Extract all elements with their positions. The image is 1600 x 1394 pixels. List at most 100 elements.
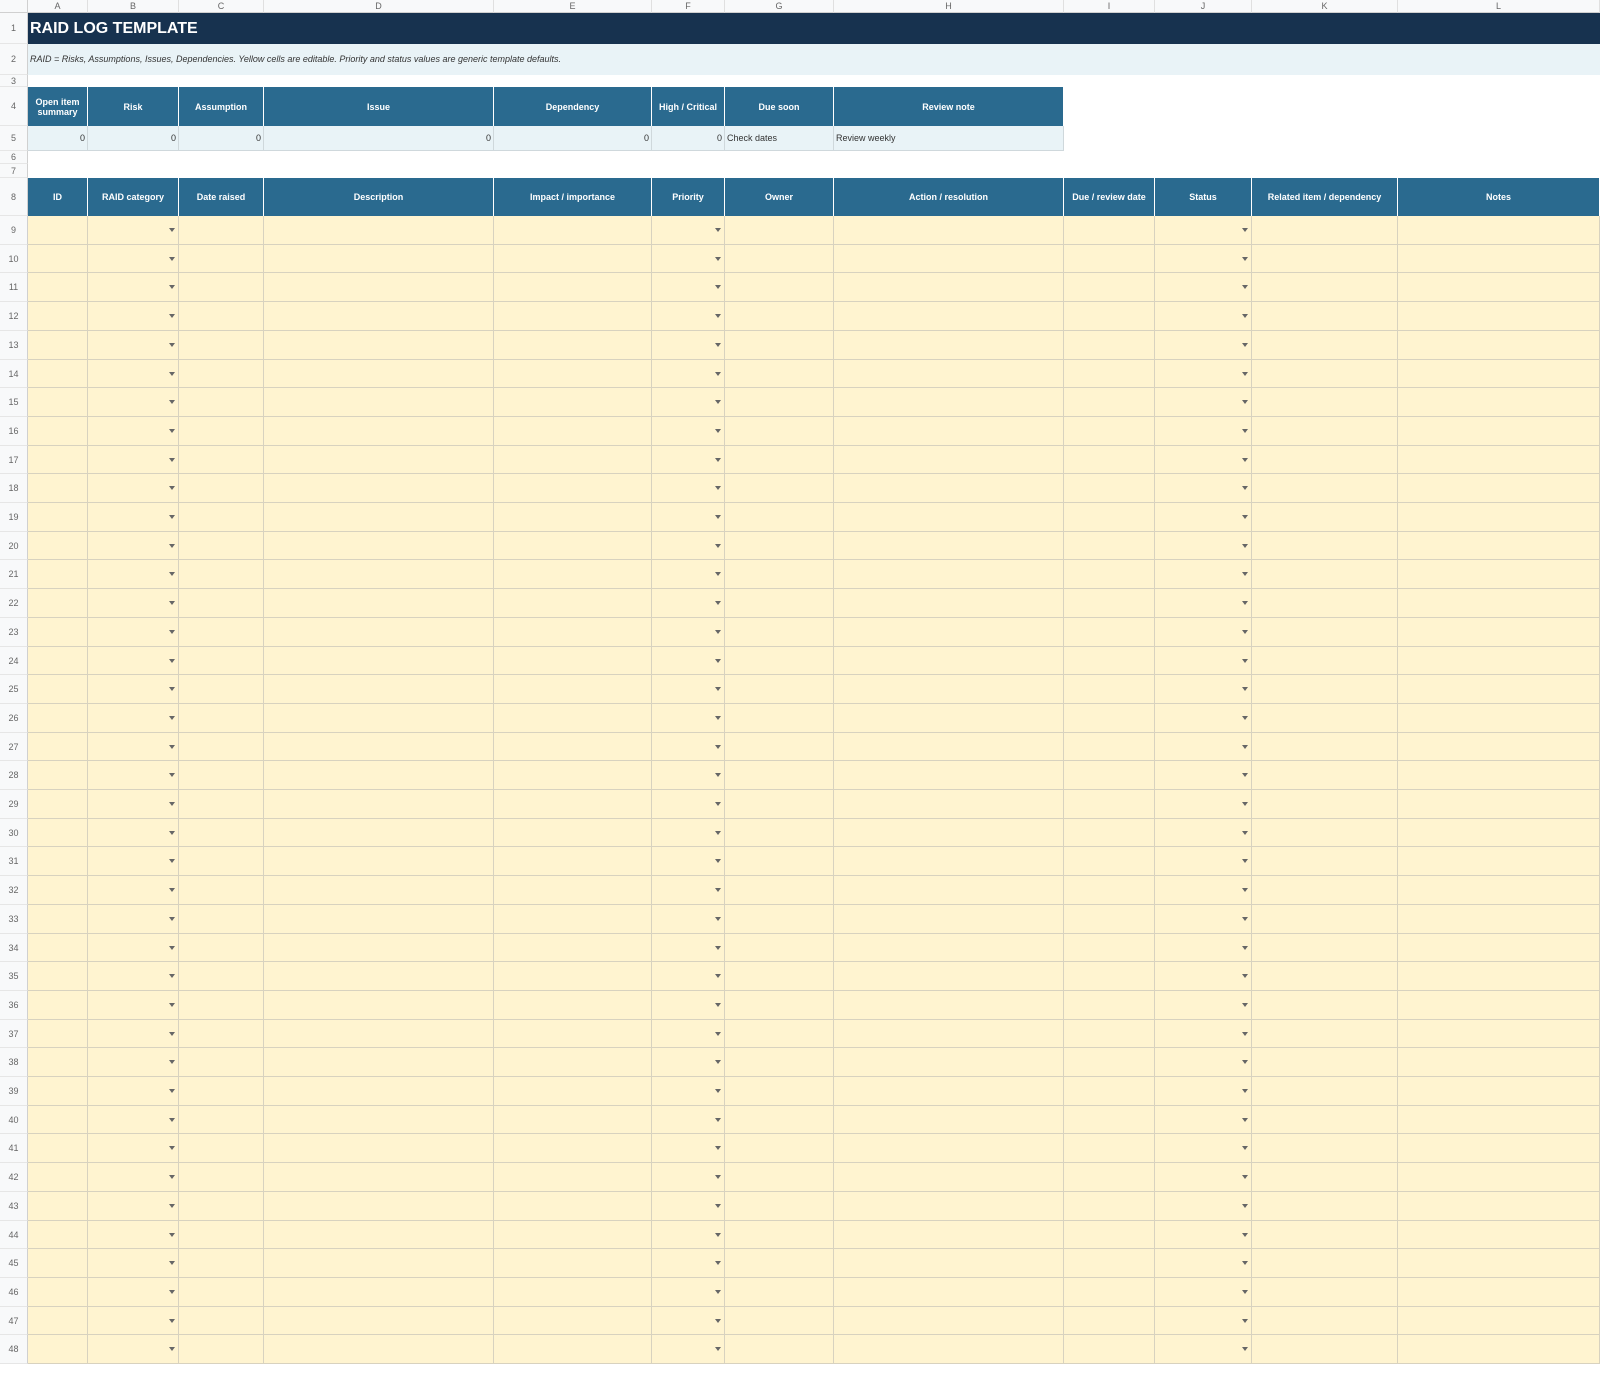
editable-cell[interactable] xyxy=(179,1048,264,1077)
editable-cell[interactable] xyxy=(1064,790,1155,819)
editable-cell[interactable] xyxy=(1155,560,1252,589)
editable-cell[interactable] xyxy=(88,733,179,761)
log-header-cell[interactable]: Due / review date xyxy=(1064,178,1155,216)
editable-cell[interactable] xyxy=(88,474,179,503)
dropdown-arrow-icon[interactable] xyxy=(1242,830,1248,835)
dropdown-arrow-icon[interactable] xyxy=(169,802,175,806)
editable-cell[interactable] xyxy=(725,474,834,503)
editable-cell[interactable] xyxy=(88,1307,179,1335)
editable-cell[interactable] xyxy=(1252,560,1398,589)
editable-cell[interactable] xyxy=(28,331,88,360)
dropdown-arrow-icon[interactable] xyxy=(715,687,721,691)
editable-cell[interactable] xyxy=(494,675,652,704)
editable-cell[interactable] xyxy=(725,675,834,704)
summary-header-cell[interactable]: Issue xyxy=(264,87,494,126)
editable-cell[interactable] xyxy=(725,934,834,962)
editable-cell[interactable] xyxy=(179,1249,264,1278)
summary-value-cell[interactable]: Check dates xyxy=(725,126,834,151)
dropdown-arrow-icon[interactable] xyxy=(715,1146,721,1150)
dropdown-arrow-icon[interactable] xyxy=(1242,228,1248,232)
editable-cell[interactable] xyxy=(1064,1077,1155,1106)
editable-cell[interactable] xyxy=(494,245,652,273)
editable-cell[interactable] xyxy=(28,1106,88,1134)
editable-cell[interactable] xyxy=(1252,847,1398,876)
editable-cell[interactable] xyxy=(1398,216,1600,245)
editable-cell[interactable] xyxy=(834,1134,1064,1163)
editable-cell[interactable] xyxy=(88,1278,179,1307)
row-header[interactable]: 44 xyxy=(0,1221,28,1249)
editable-cell[interactable] xyxy=(834,905,1064,934)
editable-cell[interactable] xyxy=(1252,245,1398,273)
editable-cell[interactable] xyxy=(1064,331,1155,360)
editable-cell[interactable] xyxy=(1155,675,1252,704)
dropdown-arrow-icon[interactable] xyxy=(169,773,175,777)
dropdown-arrow-icon[interactable] xyxy=(169,1117,175,1122)
editable-cell[interactable] xyxy=(28,360,88,388)
dropdown-arrow-icon[interactable] xyxy=(715,572,721,576)
editable-cell[interactable] xyxy=(1155,905,1252,934)
editable-cell[interactable] xyxy=(179,245,264,273)
editable-cell[interactable] xyxy=(1064,733,1155,761)
editable-cell[interactable] xyxy=(28,589,88,618)
editable-cell[interactable] xyxy=(1398,819,1600,847)
editable-cell[interactable] xyxy=(1398,847,1600,876)
editable-cell[interactable] xyxy=(652,1163,725,1192)
editable-cell[interactable] xyxy=(264,216,494,245)
editable-cell[interactable] xyxy=(88,1335,179,1364)
editable-cell[interactable] xyxy=(1155,474,1252,503)
editable-cell[interactable] xyxy=(179,1020,264,1048)
editable-cell[interactable] xyxy=(834,302,1064,331)
editable-cell[interactable] xyxy=(1252,331,1398,360)
editable-cell[interactable] xyxy=(1252,273,1398,302)
editable-cell[interactable] xyxy=(88,675,179,704)
editable-cell[interactable] xyxy=(28,675,88,704)
editable-cell[interactable] xyxy=(1064,302,1155,331)
editable-cell[interactable] xyxy=(494,388,652,417)
editable-cell[interactable] xyxy=(725,417,834,446)
editable-cell[interactable] xyxy=(28,446,88,474)
editable-cell[interactable] xyxy=(494,962,652,991)
sheet-subtitle[interactable]: RAID = Risks, Assumptions, Issues, Depen… xyxy=(28,44,1600,75)
editable-cell[interactable] xyxy=(652,1134,725,1163)
editable-cell[interactable] xyxy=(652,532,725,560)
dropdown-arrow-icon[interactable] xyxy=(1242,859,1248,863)
editable-cell[interactable] xyxy=(834,934,1064,962)
editable-cell[interactable] xyxy=(652,245,725,273)
editable-cell[interactable] xyxy=(834,819,1064,847)
summary-header-cell[interactable]: Open item summary xyxy=(28,87,88,126)
editable-cell[interactable] xyxy=(264,647,494,675)
editable-cell[interactable] xyxy=(494,1163,652,1192)
editable-cell[interactable] xyxy=(28,1192,88,1221)
summary-value-cell[interactable]: Review weekly xyxy=(834,126,1064,151)
editable-cell[interactable] xyxy=(1064,245,1155,273)
editable-cell[interactable] xyxy=(725,1077,834,1106)
editable-cell[interactable] xyxy=(725,532,834,560)
dropdown-arrow-icon[interactable] xyxy=(169,400,175,404)
column-header-a[interactable]: A xyxy=(28,0,88,13)
row-header[interactable]: 3 xyxy=(0,75,28,87)
editable-cell[interactable] xyxy=(1064,962,1155,991)
editable-cell[interactable] xyxy=(1398,331,1600,360)
editable-cell[interactable] xyxy=(1155,1307,1252,1335)
editable-cell[interactable] xyxy=(264,675,494,704)
editable-cell[interactable] xyxy=(1252,962,1398,991)
editable-cell[interactable] xyxy=(834,360,1064,388)
editable-cell[interactable] xyxy=(652,1077,725,1106)
editable-cell[interactable] xyxy=(1064,446,1155,474)
editable-cell[interactable] xyxy=(1252,1192,1398,1221)
row-header[interactable]: 35 xyxy=(0,962,28,991)
dropdown-arrow-icon[interactable] xyxy=(169,572,175,576)
dropdown-arrow-icon[interactable] xyxy=(169,429,175,433)
editable-cell[interactable] xyxy=(725,1020,834,1048)
editable-cell[interactable] xyxy=(28,962,88,991)
editable-cell[interactable] xyxy=(1155,1134,1252,1163)
editable-cell[interactable] xyxy=(28,245,88,273)
dropdown-arrow-icon[interactable] xyxy=(169,974,175,978)
dropdown-arrow-icon[interactable] xyxy=(715,917,721,921)
editable-cell[interactable] xyxy=(1064,1335,1155,1364)
editable-cell[interactable] xyxy=(1155,388,1252,417)
editable-cell[interactable] xyxy=(264,934,494,962)
editable-cell[interactable] xyxy=(28,474,88,503)
dropdown-arrow-icon[interactable] xyxy=(169,1175,175,1179)
editable-cell[interactable] xyxy=(652,905,725,934)
